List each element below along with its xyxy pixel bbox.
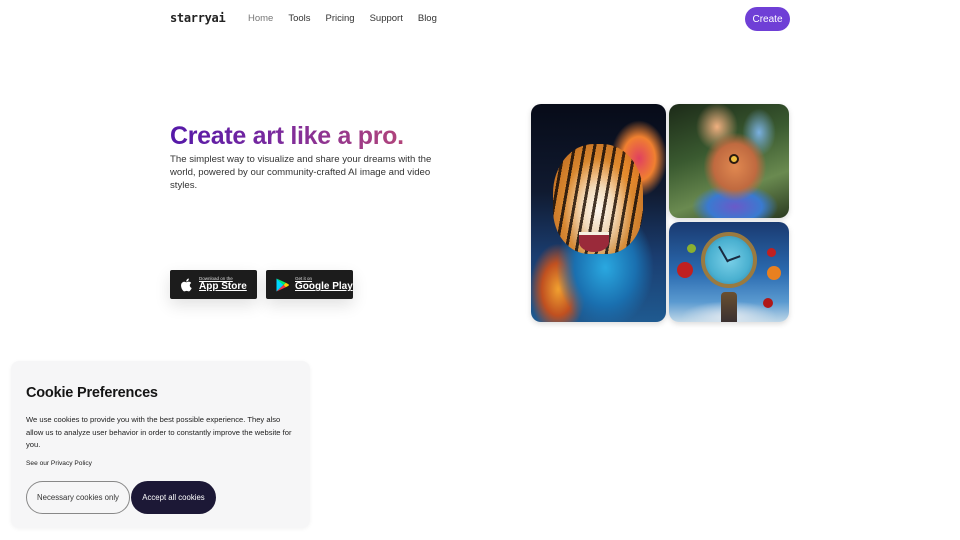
hero-title: Create art like a pro. bbox=[170, 122, 404, 150]
clock-artwork[interactable] bbox=[669, 222, 789, 322]
app-store-button[interactable]: Download on the App Store bbox=[170, 270, 257, 299]
apple-shape bbox=[687, 244, 696, 253]
clock-stand bbox=[721, 292, 737, 322]
nav-pricing[interactable]: Pricing bbox=[326, 13, 355, 24]
apple-shape bbox=[767, 248, 776, 257]
apple-icon bbox=[179, 278, 193, 292]
tiger-artwork[interactable] bbox=[531, 104, 666, 322]
google-play-label: Google Play bbox=[295, 281, 353, 293]
google-play-icon bbox=[275, 278, 289, 292]
app-store-label: App Store bbox=[199, 281, 247, 293]
header: starryai Home Tools Pricing Support Blog… bbox=[0, 0, 960, 38]
page: starryai Home Tools Pricing Support Blog… bbox=[0, 0, 960, 540]
nav-blog[interactable]: Blog bbox=[418, 13, 437, 24]
accept-all-cookies-button[interactable]: Accept all cookies bbox=[131, 481, 216, 514]
apple-shape bbox=[763, 298, 773, 308]
bird-artwork[interactable] bbox=[669, 104, 789, 218]
apple-shape bbox=[767, 266, 781, 280]
logo[interactable]: starryai bbox=[170, 11, 226, 25]
cookie-description: We use cookies to provide you with the b… bbox=[26, 415, 292, 449]
cookie-title: Cookie Preferences bbox=[26, 385, 158, 401]
hero-subtitle: The simplest way to visualize and share … bbox=[170, 154, 432, 191]
nav-home[interactable]: Home bbox=[248, 13, 273, 24]
nav-tools[interactable]: Tools bbox=[288, 13, 310, 24]
necessary-cookies-button[interactable]: Necessary cookies only bbox=[26, 481, 130, 514]
nav-support[interactable]: Support bbox=[370, 13, 403, 24]
apple-shape bbox=[677, 262, 693, 278]
bird-eye bbox=[729, 154, 739, 164]
google-play-button[interactable]: Get it on Google Play bbox=[266, 270, 353, 299]
create-button[interactable]: Create bbox=[745, 7, 790, 31]
tiger-mouth bbox=[579, 232, 609, 252]
privacy-policy-link[interactable]: See our Privacy Policy bbox=[26, 460, 92, 467]
cookie-preferences-panel: Cookie Preferences We use cookies to pro… bbox=[11, 361, 310, 528]
main-nav: Home Tools Pricing Support Blog bbox=[248, 13, 452, 24]
